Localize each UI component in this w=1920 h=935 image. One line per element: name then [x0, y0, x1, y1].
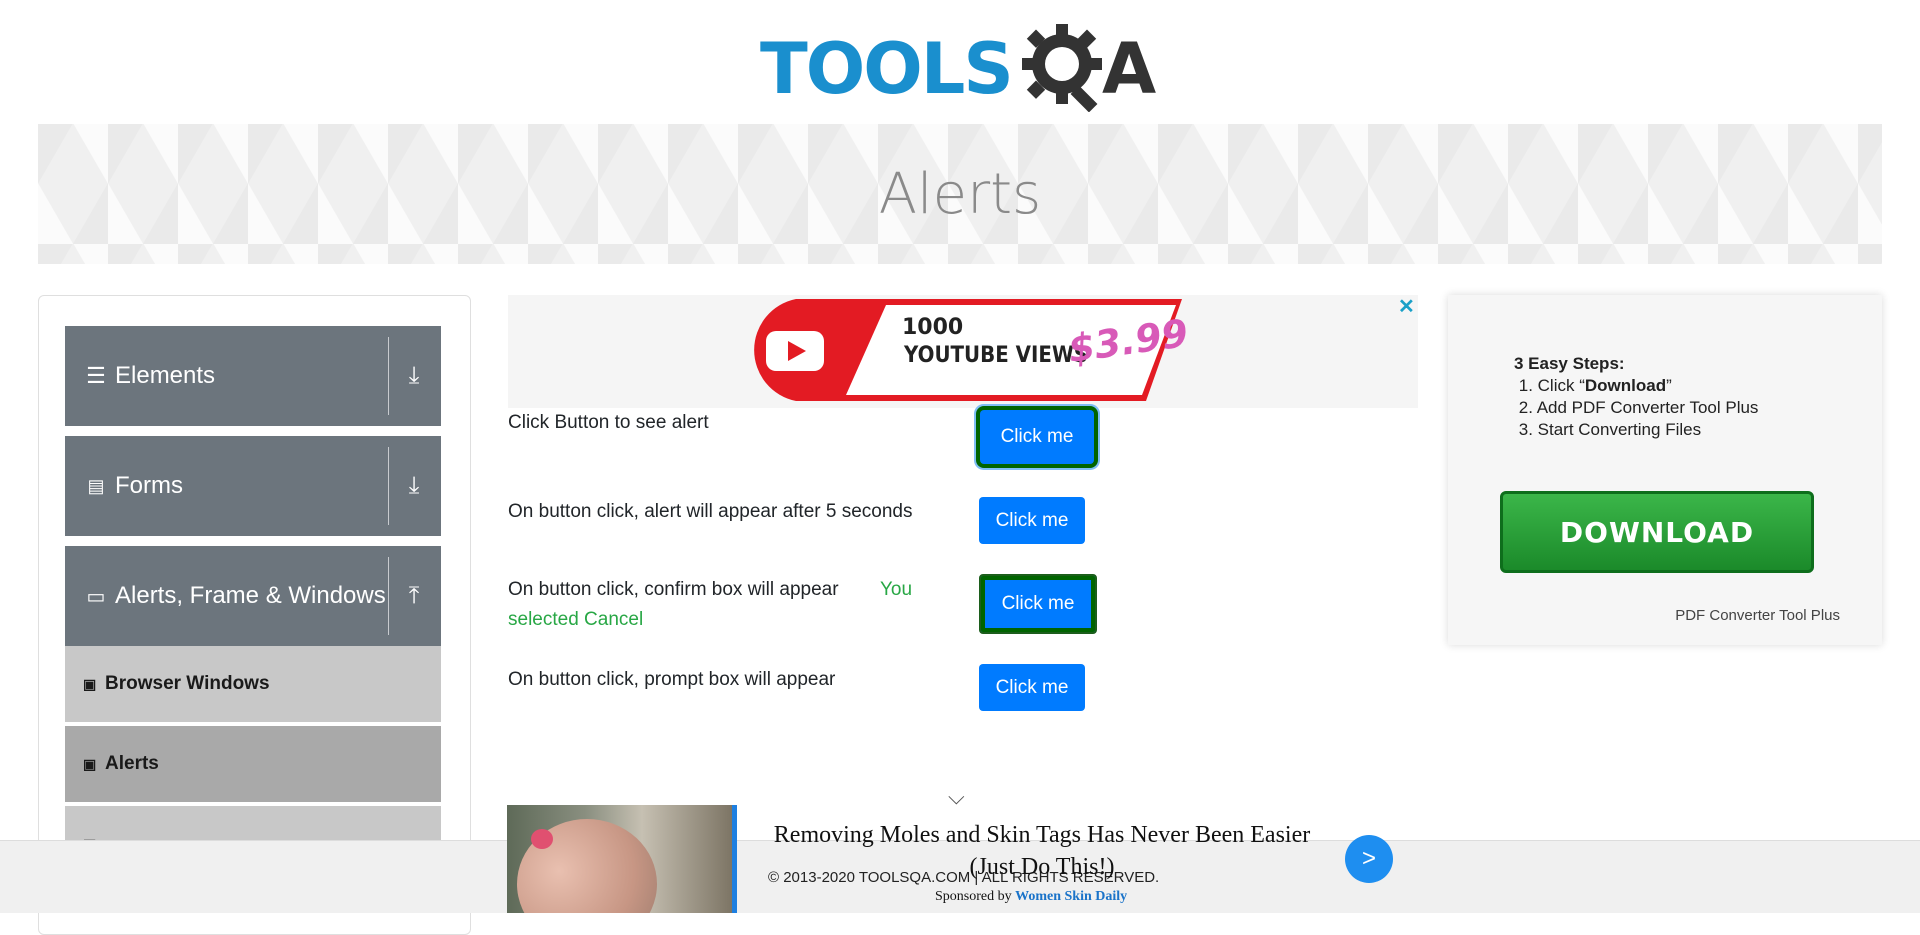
sidebar-item-browser-windows[interactable]: ▣ Browser Windows	[65, 646, 441, 724]
download-arrow-icon: ⤓	[408, 472, 420, 499]
ad-headline: Removing Moles and Skin Tags Has Never B…	[773, 822, 1311, 880]
sidebar-group-alerts-frame-windows[interactable]: ▭ Alerts, Frame & Windows ⤒	[65, 546, 441, 646]
ad-line2: YOUTUBE VIEWS	[904, 343, 1088, 368]
prompt-button[interactable]: Click me	[979, 664, 1085, 711]
confirm-button[interactable]: Click me	[979, 574, 1097, 634]
divider	[388, 337, 389, 415]
upload-arrow-icon: ⤒	[408, 582, 420, 609]
ad-step-1: 1. Click “Download”	[1518, 376, 1672, 395]
divider	[388, 557, 389, 635]
document-icon: ▤	[87, 475, 105, 496]
html5-icon: ▣	[83, 675, 97, 692]
ad-brand: PDF Converter Tool Plus	[1675, 607, 1840, 624]
sidebar-item-label: Browser Windows	[105, 673, 270, 694]
sponsored-ad[interactable]: Removing Moles and Skin Tags Has Never B…	[507, 805, 1507, 913]
confirm-result-cont: selected Cancel	[508, 609, 644, 630]
ad-sponsor-link[interactable]: Women Skin Daily	[1015, 889, 1127, 904]
toolsqa-logo[interactable]: TOOLS A	[760, 18, 1165, 113]
sidebar-item-label: Alerts	[105, 753, 159, 774]
header: TOOLS A	[0, 0, 1920, 124]
html5-icon: ▣	[83, 755, 97, 772]
ad-close-icon[interactable]: ✕	[1398, 294, 1415, 319]
logo-text-qa: A	[1102, 28, 1157, 110]
sidebar-group-label: Forms	[115, 472, 183, 499]
hamburger-icon: ☰	[86, 363, 106, 388]
alert-button[interactable]: Click me	[980, 410, 1094, 464]
gear-magnifier-icon	[1022, 24, 1102, 112]
alert-row-label: Click Button to see alert	[508, 412, 709, 433]
ad-sponsored: Sponsored by Women Skin Daily	[935, 889, 1128, 904]
sidebar: ☰ Elements ⤓ ▤ Forms ⤓ ▭ Alerts, Frame &…	[38, 295, 471, 935]
logo-text-tools: TOOLS	[760, 28, 1014, 110]
confirm-result: You	[880, 579, 913, 600]
download-arrow-icon: ⤓	[408, 362, 420, 389]
ad-step-3: 3. Start Converting Files	[1518, 420, 1702, 439]
ad-download-button[interactable]: DOWNLOAD	[1500, 491, 1814, 573]
pdf-converter-ad[interactable]: 3 Easy Steps: 1. Click “Download” 2. Add…	[1448, 295, 1882, 645]
confirm-row-label: On button click, confirm box will appear	[508, 579, 839, 600]
ad-step-2: 2. Add PDF Converter Tool Plus	[1518, 398, 1759, 417]
ad-line1: 1000	[902, 315, 964, 340]
window-icon: ▭	[86, 585, 106, 608]
ad-thumbnail	[507, 805, 737, 913]
sidebar-group-label: Elements	[115, 362, 216, 389]
sidebar-group-forms[interactable]: ▤ Forms ⤓	[65, 436, 441, 536]
prompt-row-label: On button click, prompt box will appear	[508, 669, 836, 690]
sidebar-group-elements[interactable]: ☰ Elements ⤓	[65, 326, 441, 426]
ad-steps: 3 Easy Steps: 1. Click “Download” 2. Add…	[1514, 353, 1758, 441]
sidebar-item-alerts[interactable]: ▣ Alerts	[65, 726, 441, 804]
timer-alert-button[interactable]: Click me	[979, 497, 1085, 544]
page-banner: Alerts	[38, 124, 1882, 264]
ad-nose-mark	[531, 829, 553, 849]
page-title: Alerts	[878, 162, 1042, 227]
youtube-views-ad[interactable]: 1000 YOUTUBE VIEWS $3.99	[508, 295, 1418, 408]
ad-go-button[interactable]: >	[1345, 835, 1393, 883]
timer-alert-row-label: On button click, alert will appear after…	[508, 501, 913, 522]
ad-steps-heading: 3 Easy Steps:	[1514, 354, 1625, 373]
sidebar-group-label: Alerts, Frame & Windows	[115, 582, 386, 609]
divider	[388, 447, 389, 525]
